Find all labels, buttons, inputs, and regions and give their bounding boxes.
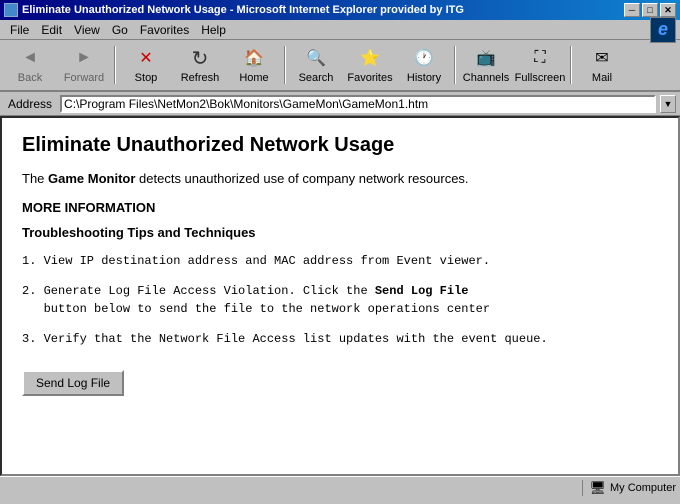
computer-icon: 🖥 xyxy=(589,480,606,496)
forward-button[interactable]: Forward xyxy=(58,42,110,88)
toolbar-separator-1 xyxy=(114,46,116,84)
step-3: 3. Verify that the Network File Access l… xyxy=(22,330,658,348)
toolbar-separator-4 xyxy=(570,46,572,84)
back-icon xyxy=(18,46,42,70)
step-2-bold: Send Log File xyxy=(375,284,469,298)
intro-paragraph: The Game Monitor detects unauthorized us… xyxy=(22,171,658,186)
menu-favorites[interactable]: Favorites xyxy=(134,21,195,39)
app-icon xyxy=(4,3,18,17)
mail-icon xyxy=(590,46,614,70)
history-button[interactable]: History xyxy=(398,42,450,88)
menu-view[interactable]: View xyxy=(68,21,106,39)
refresh-button[interactable]: Refresh xyxy=(174,42,226,88)
address-input[interactable] xyxy=(60,95,656,113)
favorites-icon xyxy=(358,46,382,70)
menu-edit[interactable]: Edit xyxy=(35,21,68,39)
page-title: Eliminate Unauthorized Network Usage xyxy=(22,134,658,157)
stop-button[interactable]: Stop xyxy=(120,42,172,88)
fullscreen-icon xyxy=(528,46,552,70)
favorites-button[interactable]: Favorites xyxy=(344,42,396,88)
step-1: 1. View IP destination address and MAC a… xyxy=(22,252,658,270)
address-bar: Address ▼ xyxy=(0,92,680,116)
search-icon xyxy=(304,46,328,70)
title-bar: Eliminate Unauthorized Network Usage - M… xyxy=(0,0,680,20)
mail-button[interactable]: Mail xyxy=(576,42,628,88)
stop-icon xyxy=(134,46,158,70)
address-dropdown-button[interactable]: ▼ xyxy=(660,95,676,113)
toolbar-separator-3 xyxy=(454,46,456,84)
fullscreen-button[interactable]: Fullscreen xyxy=(514,42,566,88)
status-zone: 🖥 My Computer xyxy=(582,480,676,496)
step-1-text: 1. View IP destination address and MAC a… xyxy=(22,254,490,268)
status-bar: 🖥 My Computer xyxy=(0,476,680,498)
menu-go[interactable]: Go xyxy=(106,21,134,39)
status-zone-label: My Computer xyxy=(610,482,676,494)
refresh-icon xyxy=(188,46,212,70)
content-area: Eliminate Unauthorized Network Usage The… xyxy=(0,116,680,476)
home-button[interactable]: Home xyxy=(228,42,280,88)
send-log-file-button[interactable]: Send Log File xyxy=(22,370,124,396)
menu-bar: File Edit View Go Favorites Help e xyxy=(0,20,680,40)
step-2-prefix: 2. Generate Log File Access Violation. C… xyxy=(22,284,375,298)
troubleshoot-heading: Troubleshooting Tips and Techniques xyxy=(22,225,658,240)
close-button[interactable]: ✕ xyxy=(660,3,676,17)
intro-text-before: The xyxy=(22,171,48,186)
more-info-heading: MORE INFORMATION xyxy=(22,200,658,215)
toolbar: Back Forward Stop Refresh Home Search Fa… xyxy=(0,40,680,92)
ie-logo: e xyxy=(650,17,676,43)
step-2: 2. Generate Log File Access Violation. C… xyxy=(22,282,658,318)
history-icon xyxy=(412,46,436,70)
channels-icon xyxy=(474,46,498,70)
channels-button[interactable]: Channels xyxy=(460,42,512,88)
minimize-button[interactable]: ─ xyxy=(624,3,640,17)
menu-file[interactable]: File xyxy=(4,21,35,39)
game-monitor-highlight: Game Monitor xyxy=(48,171,135,186)
maximize-button[interactable]: □ xyxy=(642,3,658,17)
home-icon xyxy=(242,46,266,70)
intro-text-after: detects unauthorized use of company netw… xyxy=(135,171,468,186)
address-label: Address xyxy=(4,97,56,111)
window-controls: ─ □ ✕ xyxy=(624,3,676,17)
search-button[interactable]: Search xyxy=(290,42,342,88)
steps-list: 1. View IP destination address and MAC a… xyxy=(22,252,658,348)
menu-help[interactable]: Help xyxy=(195,21,232,39)
forward-icon xyxy=(72,46,96,70)
step-3-text: 3. Verify that the Network File Access l… xyxy=(22,332,548,346)
window-title: Eliminate Unauthorized Network Usage - M… xyxy=(22,4,464,16)
toolbar-separator-2 xyxy=(284,46,286,84)
back-button[interactable]: Back xyxy=(4,42,56,88)
